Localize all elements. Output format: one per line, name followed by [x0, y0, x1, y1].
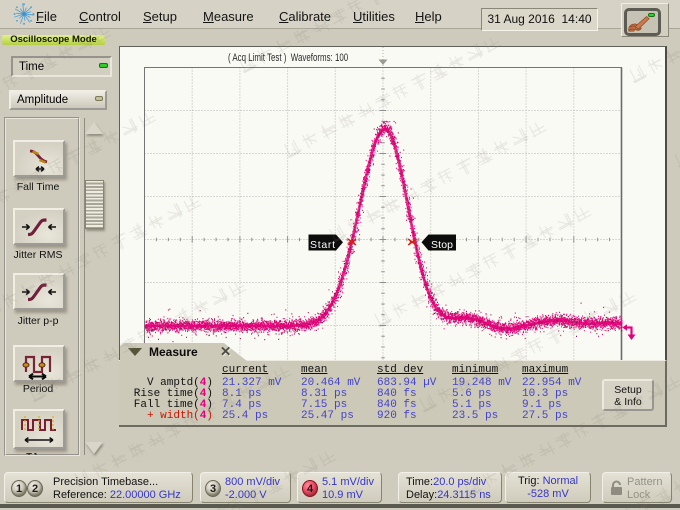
- svg-text:Stop: Stop: [431, 239, 453, 251]
- svg-text:Start: Start: [310, 239, 335, 251]
